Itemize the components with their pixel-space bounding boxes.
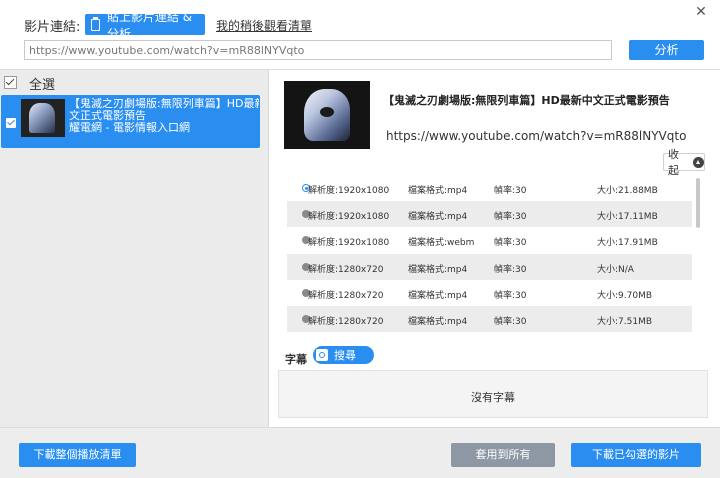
select-all-label[interactable]: 全選	[29, 74, 55, 93]
format-size: 大小:N/A	[597, 264, 634, 275]
format-size: 大小:7.51MB	[597, 316, 653, 327]
apply-to-all-button[interactable]: 套用到所有	[451, 443, 555, 467]
analyze-button[interactable]: 分析	[629, 40, 704, 60]
format-size: 大小:17.91MB	[597, 238, 658, 249]
format-fps: 幀率:30	[494, 212, 527, 223]
url-input[interactable]	[24, 40, 612, 60]
video-title: 【鬼滅之刃劇場版:無限列車篇】HD最新中文正式電影預告	[383, 94, 670, 107]
chevron-up-icon	[693, 156, 704, 168]
format-list-scrollbar[interactable]	[696, 178, 700, 228]
clipboard-icon	[91, 16, 100, 31]
search-icon	[316, 349, 328, 361]
format-row[interactable]: 解析度:1280x720 檔案格式:mp4 幀率:30 大小:9.70MB	[287, 280, 692, 306]
chevron-down-icon[interactable]	[300, 21, 310, 27]
paste-and-analyze-button[interactable]: 貼上影片連結 & 分析	[85, 10, 205, 41]
paste-button-label: 貼上影片連結 & 分析	[106, 9, 193, 41]
list-item-title-line2: 文正式電影預告	[69, 110, 146, 122]
list-item-title-line1: 【鬼滅之刃劇場版:無限列車篇】HD最新中	[69, 98, 259, 110]
format-resolution: 解析度:1280x720	[308, 264, 384, 275]
format-row[interactable]: 解析度:1920x1080 檔案格式:mp4 幀率:30 大小:21.88MB	[287, 175, 692, 201]
format-fps: 幀率:30	[494, 316, 527, 327]
format-fps: 幀率:30	[494, 290, 527, 301]
subtitle-search-label: 搜尋	[334, 349, 356, 362]
video-thumbnail	[284, 81, 370, 149]
list-item-checkbox[interactable]	[6, 118, 16, 128]
format-type: 檔案格式:webm	[408, 238, 475, 249]
subtitle-search-button[interactable]: 搜尋	[313, 346, 374, 364]
download-selected-button[interactable]: 下載已勾選的影片	[571, 443, 701, 467]
format-size: 大小:9.70MB	[597, 290, 653, 301]
list-item-channel: 耀電網 - 電影情報入口網	[69, 122, 190, 134]
format-row[interactable]: 解析度:1920x1080 檔案格式:mp4 幀率:30 大小:17.11MB	[287, 201, 692, 228]
collapse-button[interactable]: 收起	[663, 148, 705, 177]
url-label: 影片連結:	[24, 20, 81, 35]
format-fps: 幀率:30	[494, 264, 527, 275]
format-resolution: 解析度:1920x1080	[308, 186, 390, 196]
watch-later-link[interactable]: 我的稍後觀看清單	[216, 17, 312, 34]
format-type: 檔案格式:mp4	[408, 264, 468, 275]
format-size: 大小:21.88MB	[597, 186, 658, 196]
video-url: https://www.youtube.com/watch?v=mR88lNYV…	[386, 129, 687, 143]
close-icon[interactable]: ✕	[691, 2, 711, 22]
format-list: 解析度:1920x1080 檔案格式:mp4 幀率:30 大小:21.88MB …	[287, 175, 692, 332]
format-type: 檔案格式:mp4	[408, 186, 468, 196]
subtitles-label: 字幕	[285, 353, 307, 366]
select-all-checkbox[interactable]	[4, 76, 17, 89]
format-resolution: 解析度:1280x720	[308, 290, 384, 301]
format-row[interactable]: 解析度:1280x720 檔案格式:mp4 幀率:30 大小:N/A	[287, 253, 692, 280]
format-row[interactable]: 解析度:1280x720 檔案格式:mp4 幀率:30 大小:7.51MB	[287, 305, 692, 332]
format-type: 檔案格式:mp4	[408, 212, 468, 223]
format-resolution: 解析度:1920x1080	[308, 238, 390, 249]
list-item-thumbnail	[21, 99, 65, 137]
no-subtitles-text: 沒有字幕	[471, 391, 515, 404]
format-size: 大小:17.11MB	[597, 212, 658, 223]
format-row[interactable]: 解析度:1920x1080 檔案格式:webm 幀率:30 大小:17.91MB	[287, 227, 692, 253]
list-item-text: 【鬼滅之刃劇場版:無限列車篇】HD最新中 文正式電影預告 耀電網 - 電影情報入…	[69, 98, 259, 134]
download-playlist-button[interactable]: 下載整個播放清單	[19, 443, 136, 467]
format-fps: 幀率:30	[494, 238, 527, 249]
collapse-button-label: 收起	[668, 148, 679, 177]
format-fps: 幀率:30	[494, 186, 527, 196]
format-type: 檔案格式:mp4	[408, 290, 468, 301]
format-resolution: 解析度:1280x720	[308, 316, 384, 327]
format-type: 檔案格式:mp4	[408, 316, 468, 327]
format-resolution: 解析度:1920x1080	[308, 212, 390, 223]
